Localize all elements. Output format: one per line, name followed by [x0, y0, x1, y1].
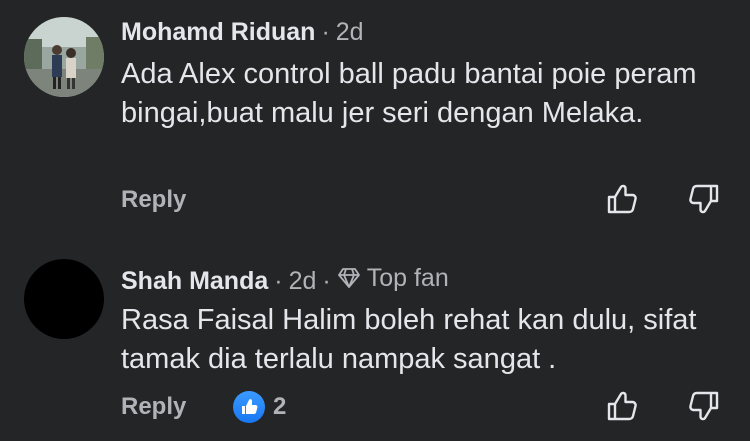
- comment-meta: Mohamd Riduan · 2d: [121, 16, 364, 48]
- separator: ·: [321, 18, 330, 46]
- timestamp[interactable]: 2d: [336, 18, 364, 46]
- comment-item: Mohamd Riduan · 2d Ada Alex control ball p…: [0, 0, 750, 230]
- comment-meta: Shah Manda · 2d · Top fan: [121, 262, 449, 297]
- separator: ·: [274, 267, 283, 295]
- thumb-up-outline-icon: [607, 391, 637, 421]
- downvote-button[interactable]: [687, 389, 721, 423]
- top-fan-badge: Top fan: [337, 262, 449, 294]
- author-name[interactable]: Shah Manda: [121, 267, 268, 295]
- comment-item: Shah Manda · 2d · Top fan Rasa Faisal Halim …: [0, 250, 750, 441]
- thumb-down-outline-icon: [689, 391, 719, 421]
- reply-button[interactable]: Reply: [121, 186, 186, 214]
- separator: ·: [322, 267, 331, 295]
- diamond-icon: [337, 268, 360, 288]
- reply-button[interactable]: Reply: [121, 393, 186, 421]
- comment-text: Rasa Faisal Halim boleh rehat kan dulu, …: [121, 304, 697, 375]
- comment-text: Ada Alex control ball padu bantai poie p…: [121, 58, 697, 129]
- downvote-button[interactable]: [687, 182, 721, 216]
- author-name[interactable]: Mohamd Riduan: [121, 18, 315, 46]
- top-fan-label: Top fan: [366, 264, 449, 292]
- avatar[interactable]: [24, 17, 104, 97]
- thumb-up-outline-icon: [607, 184, 637, 214]
- thumb-down-outline-icon: [689, 184, 719, 214]
- avatar-photo: [24, 17, 104, 97]
- reaction-count: 2: [273, 393, 287, 420]
- like-reaction-icon: [233, 391, 265, 423]
- avatar[interactable]: [24, 259, 104, 339]
- reaction-summary[interactable]: 2: [233, 391, 286, 423]
- upvote-button[interactable]: [605, 182, 639, 216]
- timestamp[interactable]: 2d: [289, 267, 317, 295]
- upvote-button[interactable]: [605, 389, 639, 423]
